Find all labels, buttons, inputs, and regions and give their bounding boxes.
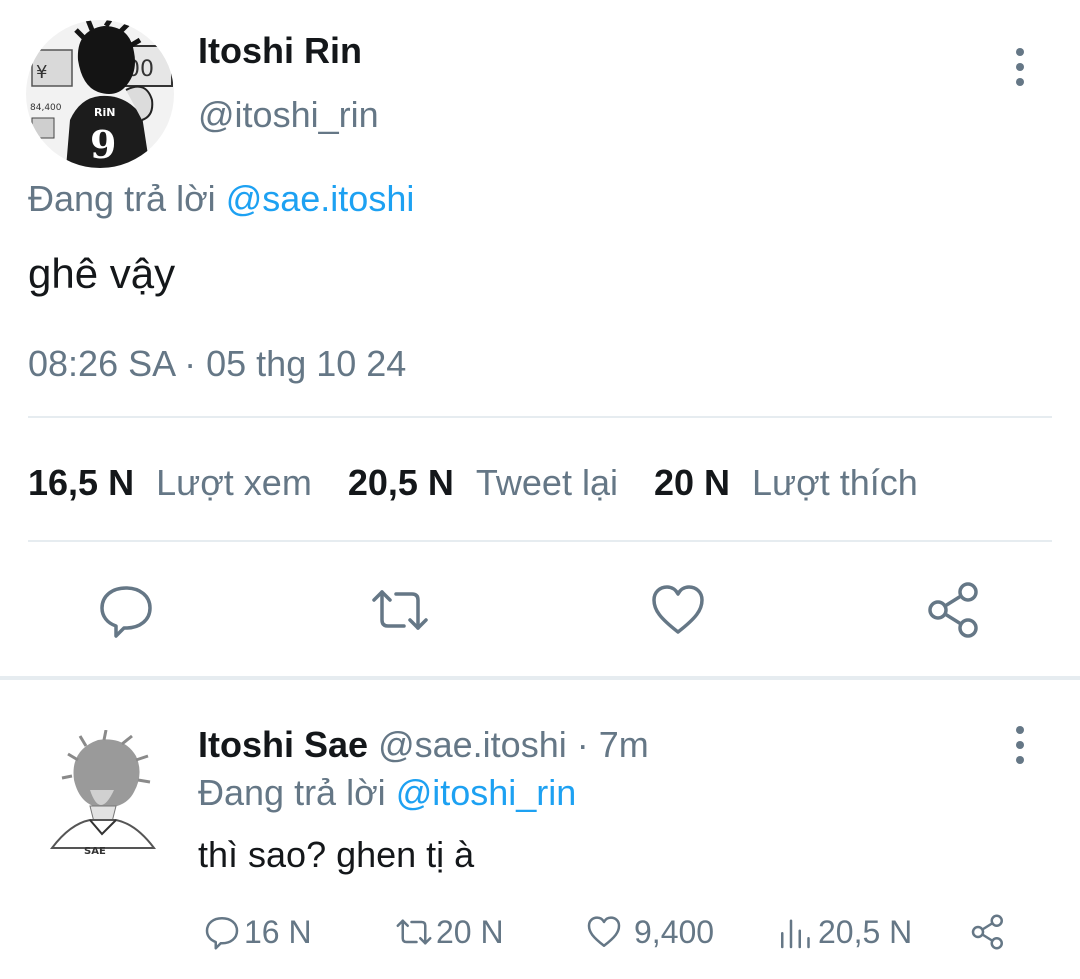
divider: [28, 540, 1052, 542]
views-count: 16,5 N: [28, 462, 135, 503]
divider: [28, 416, 1052, 418]
avatar-image: SAE: [40, 730, 166, 856]
svg-text:RiN: RiN: [94, 106, 115, 119]
heart-icon[interactable]: [646, 578, 710, 642]
heart-icon: [587, 916, 621, 947]
tweet-text: ghê vậy: [28, 250, 176, 297]
like-count: 9,400: [634, 913, 715, 950]
likes-count: 20 N: [653, 462, 731, 503]
like-action[interactable]: 9,400: [584, 910, 714, 954]
tweet-text: thì sao? ghen tị à: [198, 834, 475, 875]
retweet-icon: [396, 919, 432, 945]
replying-prefix: Đang trả lời: [198, 772, 386, 813]
reply-action[interactable]: 16 N: [202, 910, 312, 954]
reply-header: Itoshi Sae @sae.itoshi · 7m: [198, 724, 649, 766]
mention-link[interactable]: @itoshi_rin: [396, 772, 577, 813]
more-options-icon[interactable]: [1000, 42, 1040, 92]
replying-to: Đang trả lời @sae.itoshi: [28, 178, 414, 220]
tweet-timestamp[interactable]: 08:26 SA · 05 thg 10 24: [28, 343, 406, 385]
avatar[interactable]: 00 ¥ 84,400 RiN 9: [26, 20, 174, 168]
views-label: Lượt xem: [156, 462, 312, 503]
svg-text:¥: ¥: [36, 62, 47, 83]
retweet-action[interactable]: 20 N: [394, 910, 504, 954]
svg-text:84,400: 84,400: [30, 103, 62, 113]
svg-text:SAE: SAE: [84, 846, 106, 856]
mention-link[interactable]: @sae.itoshi: [226, 178, 415, 219]
time-ago[interactable]: · 7m: [577, 724, 649, 765]
likes-label: Lượt thích: [752, 462, 918, 503]
share-icon[interactable]: [922, 578, 986, 642]
svg-text:9: 9: [90, 122, 116, 167]
avatar[interactable]: SAE: [40, 730, 166, 856]
display-name[interactable]: Itoshi Rin: [198, 30, 362, 72]
more-options-icon[interactable]: [1000, 720, 1040, 770]
likes-stat[interactable]: 20 N Lượt thích: [654, 462, 918, 504]
replying-to: Đang trả lời @itoshi_rin: [198, 772, 576, 814]
reply-count: 16 N: [244, 913, 312, 950]
reply-icon: [205, 917, 239, 950]
reply-tweet[interactable]: SAE Itoshi Sae @sae.itoshi · 7m Đang trả…: [0, 680, 1080, 979]
avatar-image: 00 ¥ 84,400 RiN 9: [26, 20, 174, 168]
views-count: 20,5 N: [818, 913, 913, 950]
user-handle[interactable]: @sae.itoshi: [378, 724, 567, 765]
reply-icon[interactable]: [94, 578, 158, 642]
display-name[interactable]: Itoshi Sae: [198, 724, 368, 765]
views-action[interactable]: 20,5 N: [776, 910, 912, 954]
tweet-stats: 16,5 N Lượt xem 20,5 N Tweet lại 20 N Lư…: [28, 462, 954, 504]
share-action[interactable]: [968, 910, 1010, 954]
user-handle[interactable]: @itoshi_rin: [198, 94, 379, 136]
retweets-count: 20,5 N: [347, 462, 454, 503]
retweets-label: Tweet lại: [475, 462, 618, 503]
share-icon: [971, 914, 1003, 950]
analytics-icon: [781, 919, 810, 949]
main-tweet: 00 ¥ 84,400 RiN 9 Itoshi Rin @itoshi_rin…: [0, 0, 1080, 680]
retweets-stat[interactable]: 20,5 N Tweet lại: [348, 462, 618, 504]
views-stat[interactable]: 16,5 N Lượt xem: [28, 462, 312, 504]
retweet-count: 20 N: [436, 913, 504, 950]
replying-prefix: Đang trả lời: [28, 178, 216, 219]
retweet-icon[interactable]: [368, 578, 432, 642]
